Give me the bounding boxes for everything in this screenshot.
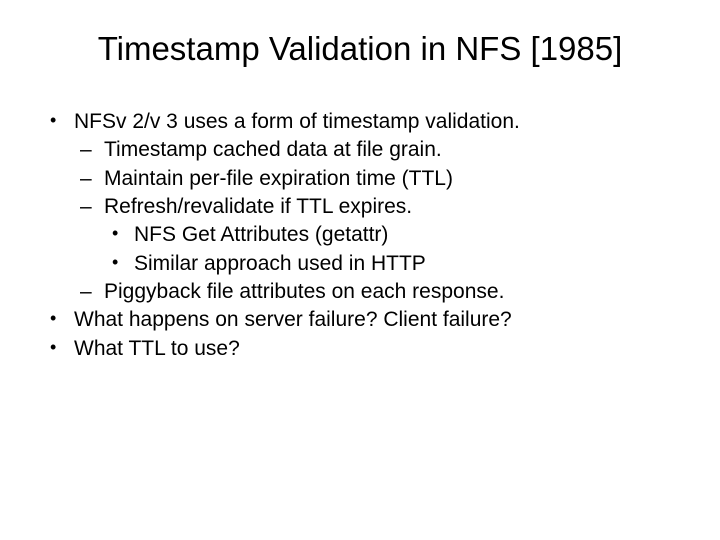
slide: Timestamp Validation in NFS [1985] NFSv …: [0, 0, 720, 540]
bullet-item: NFS Get Attributes (getattr): [104, 221, 680, 249]
bullet-item: Maintain per-file expiration time (TTL): [74, 165, 680, 193]
bullet-text: Refresh/revalidate if TTL expires.: [104, 195, 412, 218]
bullet-text: Similar approach used in HTTP: [134, 252, 426, 275]
bullet-item: Refresh/revalidate if TTL expires. NFS G…: [74, 193, 680, 278]
bullet-item: Piggyback file attributes on each respon…: [74, 278, 680, 306]
bullet-text: Piggyback file attributes on each respon…: [104, 280, 504, 303]
bullet-item: What happens on server failure? Client f…: [40, 306, 680, 334]
bullet-text: What TTL to use?: [74, 337, 240, 360]
bullet-item: What TTL to use?: [40, 335, 680, 363]
slide-title: Timestamp Validation in NFS [1985]: [40, 30, 680, 68]
bullet-item: Timestamp cached data at file grain.: [74, 136, 680, 164]
bullet-text: Maintain per-file expiration time (TTL): [104, 167, 453, 190]
bullet-item: NFSv 2/v 3 uses a form of timestamp vali…: [40, 108, 680, 306]
bullet-text: What happens on server failure? Client f…: [74, 308, 512, 331]
slide-body: NFSv 2/v 3 uses a form of timestamp vali…: [40, 108, 680, 363]
bullet-item: Similar approach used in HTTP: [104, 250, 680, 278]
bullet-text: Timestamp cached data at file grain.: [104, 138, 442, 161]
bullet-text: NFSv 2/v 3 uses a form of timestamp vali…: [74, 110, 520, 133]
bullet-text: NFS Get Attributes (getattr): [134, 223, 388, 246]
